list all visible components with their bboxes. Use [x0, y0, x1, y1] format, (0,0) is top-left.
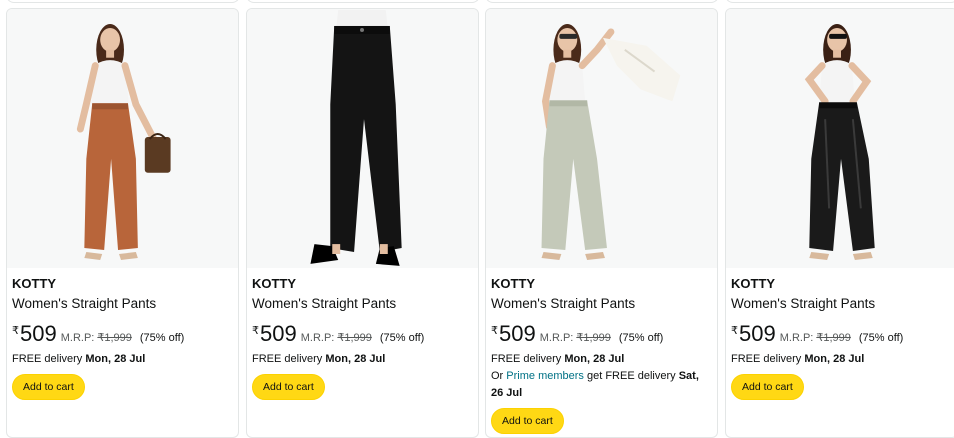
product-photo-pants-sage	[541, 23, 681, 260]
delivery-prefix: FREE delivery	[252, 353, 323, 365]
prime-members-link[interactable]: Prime members	[506, 370, 584, 382]
product-title[interactable]: Women's Straight Pants	[252, 295, 472, 313]
product-photo-pants-rust	[76, 23, 171, 260]
product-card[interactable]: KOTTY Women's Straight Pants ₹ 509 M.R.P…	[246, 8, 479, 438]
currency-symbol: ₹	[731, 325, 738, 337]
delivery-date: Mon, 28 Jul	[564, 353, 625, 365]
delivery-prefix: FREE delivery	[731, 353, 802, 365]
product-photo-pants-black-satin	[804, 23, 875, 260]
delivery-prefix: FREE delivery	[491, 353, 562, 365]
price: 509	[260, 321, 297, 346]
delivery-info: FREE delivery Mon, 28 Jul	[12, 352, 232, 367]
delivery-date: Mon, 28 Jul	[804, 353, 865, 365]
discount-label: (75% off)	[139, 332, 185, 344]
add-to-cart-button[interactable]: Add to cart	[12, 374, 85, 400]
mrp-price: ₹1,999	[97, 332, 132, 344]
product-image[interactable]	[247, 9, 478, 268]
mrp-label: M.R.P:	[779, 332, 814, 344]
prime-delivery-info: Or Prime members get FREE delivery Sat, …	[491, 368, 711, 402]
discount-label: (75% off)	[858, 332, 904, 344]
price-row: ₹ 509 M.R.P: ₹1,999 (75% off)	[252, 322, 472, 346]
mrp-label: M.R.P:	[539, 332, 574, 344]
product-photo-pants-black	[310, 10, 402, 266]
product-brand: KOTTY	[252, 276, 297, 291]
product-card[interactable]: KOTTY Women's Straight Pants ₹ 509 M.R.P…	[6, 8, 239, 438]
previous-row-card-edge	[725, 0, 954, 3]
delivery-date: Mon, 28 Jul	[325, 353, 386, 365]
mrp-label: M.R.P:	[300, 332, 335, 344]
delivery-date: Mon, 28 Jul	[85, 353, 146, 365]
price: 509	[739, 321, 776, 346]
currency-symbol: ₹	[491, 325, 498, 337]
price-row: ₹ 509 M.R.P: ₹1,999 (75% off)	[12, 322, 232, 346]
price-row: ₹ 509 M.R.P: ₹1,999 (75% off)	[731, 322, 951, 346]
product-brand: KOTTY	[731, 276, 776, 291]
add-to-cart-button[interactable]: Add to cart	[491, 408, 564, 434]
add-to-cart-button[interactable]: Add to cart	[731, 374, 804, 400]
product-title[interactable]: Women's Straight Pants	[491, 295, 711, 313]
product-title[interactable]: Women's Straight Pants	[12, 295, 232, 313]
price: 509	[499, 321, 536, 346]
product-brand: KOTTY	[491, 276, 536, 291]
add-to-cart-button[interactable]: Add to cart	[252, 374, 325, 400]
delivery-prefix: FREE delivery	[12, 353, 83, 365]
previous-row-card-edge	[246, 0, 480, 3]
mrp-price: ₹1,999	[337, 332, 372, 344]
price-row: ₹ 509 M.R.P: ₹1,999 (75% off)	[491, 322, 711, 346]
currency-symbol: ₹	[252, 325, 259, 337]
product-brand: KOTTY	[12, 276, 57, 291]
delivery-info: FREE delivery Mon, 28 Jul	[491, 352, 711, 367]
discount-label: (75% off)	[379, 332, 425, 344]
mrp-price: ₹1,999	[576, 332, 611, 344]
previous-row-card-edge	[6, 0, 240, 3]
product-image[interactable]	[726, 9, 954, 268]
prime-prefix: Or	[491, 370, 504, 382]
currency-symbol: ₹	[12, 325, 19, 337]
product-title[interactable]: Women's Straight Pants	[731, 295, 951, 313]
product-card[interactable]: KOTTY Women's Straight Pants ₹ 509 M.R.P…	[725, 8, 954, 438]
discount-label: (75% off)	[618, 332, 664, 344]
mrp-price: ₹1,999	[816, 332, 851, 344]
delivery-info: FREE delivery Mon, 28 Jul	[252, 352, 472, 367]
mrp-label: M.R.P:	[60, 332, 95, 344]
product-card[interactable]: KOTTY Women's Straight Pants ₹ 509 M.R.P…	[485, 8, 718, 438]
prime-delivery-text: get FREE delivery	[586, 370, 676, 382]
price: 509	[20, 321, 57, 346]
product-image[interactable]	[486, 9, 717, 268]
previous-row-card-edge	[485, 0, 719, 3]
product-image[interactable]	[7, 9, 238, 268]
delivery-info: FREE delivery Mon, 28 Jul	[731, 352, 951, 367]
